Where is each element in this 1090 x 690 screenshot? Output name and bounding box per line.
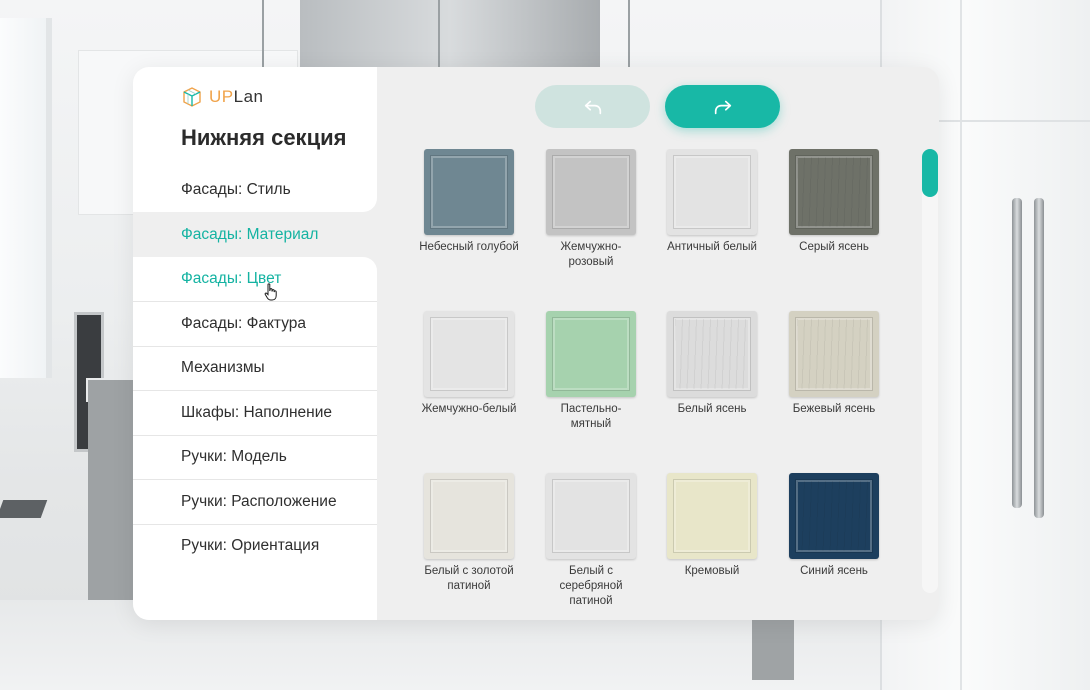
background-pendant xyxy=(262,0,264,68)
color-swatch[interactable]: Кремовый xyxy=(662,473,762,579)
color-swatch[interactable]: Античный белый xyxy=(662,149,762,255)
swatch-label: Жемчужно-белый xyxy=(421,403,517,415)
swatch-label: Белый с серебряной патиной xyxy=(559,565,623,605)
swatch-label: Пастельно-мятный xyxy=(560,403,622,430)
swatch-tile[interactable] xyxy=(546,473,636,559)
hand-pointer-cursor-icon xyxy=(264,283,277,301)
sidebar-item-facades-texture[interactable]: Фасады: Фактура xyxy=(133,302,377,347)
color-swatch[interactable]: Синий ясень xyxy=(784,473,884,579)
scrollbar-thumb[interactable] xyxy=(922,149,938,197)
swatch-tile[interactable] xyxy=(667,149,757,235)
sidebar-item-facades-color[interactable]: Фасады: Цвет xyxy=(133,257,377,302)
color-swatch[interactable]: Небесный голубой xyxy=(419,149,519,255)
redo-button[interactable] xyxy=(665,85,780,128)
sidebar-item-facades-style[interactable]: Фасады: Стиль xyxy=(133,168,377,213)
background-fridge-seam xyxy=(960,0,962,690)
undo-arrow-icon xyxy=(584,100,601,114)
logo-cube-icon xyxy=(183,87,201,107)
scrollbar-track[interactable] xyxy=(922,149,938,593)
sidebar-item-facades-material[interactable]: Фасады: Материал xyxy=(133,213,377,258)
background-window xyxy=(0,18,52,378)
color-swatch[interactable]: Бежевый ясень xyxy=(784,311,884,417)
sidebar-item-handles-position[interactable]: Ручки: Расположение xyxy=(133,480,377,525)
swatch-tile[interactable] xyxy=(546,311,636,397)
sidebar-item-handles-orientation[interactable]: Ручки: Ориентация xyxy=(133,524,377,569)
undo-button[interactable] xyxy=(535,85,650,128)
section-title: Нижняя секция xyxy=(181,125,347,150)
swatch-tile[interactable] xyxy=(424,311,514,397)
swatch-tile[interactable] xyxy=(667,473,757,559)
redo-arrow-icon xyxy=(714,100,731,114)
swatch-label: Белый ясень xyxy=(677,403,747,415)
color-swatch[interactable]: Жемчужно-белый xyxy=(419,311,519,417)
swatch-tile[interactable] xyxy=(667,311,757,397)
swatch-label: Античный белый xyxy=(667,241,757,253)
background-pendant xyxy=(628,0,630,68)
color-swatch-grid: Небесный голубой Жемчужно-розовый Античный… xyxy=(377,149,917,605)
logo-wordmark-up: UP xyxy=(209,87,234,106)
swatch-label: Белый с золотой патиной xyxy=(424,565,514,592)
swatch-label: Серый ясень xyxy=(799,241,869,253)
content-area: Небесный голубой Жемчужно-розовый Античный… xyxy=(377,67,939,620)
swatch-tile[interactable] xyxy=(424,149,514,235)
swatch-label: Синий ясень xyxy=(800,565,868,577)
sidebar-item-cabinets-filling[interactable]: Шкафы: Наполнение xyxy=(133,391,377,436)
swatch-label: Кремовый xyxy=(684,565,740,577)
swatch-tile[interactable] xyxy=(546,149,636,235)
swatch-tile[interactable] xyxy=(789,311,879,397)
background-island-leg xyxy=(752,620,794,680)
color-swatch[interactable]: Жемчужно-розовый xyxy=(541,149,641,270)
background-pendant xyxy=(438,0,440,68)
background-fridge-handle xyxy=(1034,198,1044,518)
sidebar: UPLan Нижняя секция Фасады: Стиль Фасады… xyxy=(133,67,377,620)
color-swatch[interactable]: Пастельно-мятный xyxy=(541,311,641,432)
swatch-tile[interactable] xyxy=(424,473,514,559)
logo: UPLan xyxy=(180,85,264,109)
color-swatch[interactable]: Белый с серебряной патиной xyxy=(541,473,641,605)
color-swatch[interactable]: Серый ясень xyxy=(784,149,884,255)
swatch-label: Небесный голубой xyxy=(419,241,519,253)
swatch-tile[interactable] xyxy=(789,149,879,235)
background-hood xyxy=(300,0,600,70)
logo-wordmark: UPLan xyxy=(209,87,264,107)
sidebar-item-mechanisms[interactable]: Механизмы xyxy=(133,346,377,391)
configurator-panel: UPLan Нижняя секция Фасады: Стиль Фасады… xyxy=(133,67,939,620)
swatch-label: Бежевый ясень xyxy=(792,403,876,415)
swatch-label: Жемчужно-розовый xyxy=(560,241,622,268)
color-swatch[interactable]: Белый с золотой патиной xyxy=(419,473,519,594)
background-floor-vent xyxy=(0,500,48,518)
logo-wordmark-rest: Lan xyxy=(233,87,264,106)
background-fridge-handle xyxy=(1012,198,1022,508)
swatch-tile[interactable] xyxy=(789,473,879,559)
color-swatch[interactable]: Белый ясень xyxy=(662,311,762,417)
sidebar-item-handles-model[interactable]: Ручки: Модель xyxy=(133,435,377,480)
